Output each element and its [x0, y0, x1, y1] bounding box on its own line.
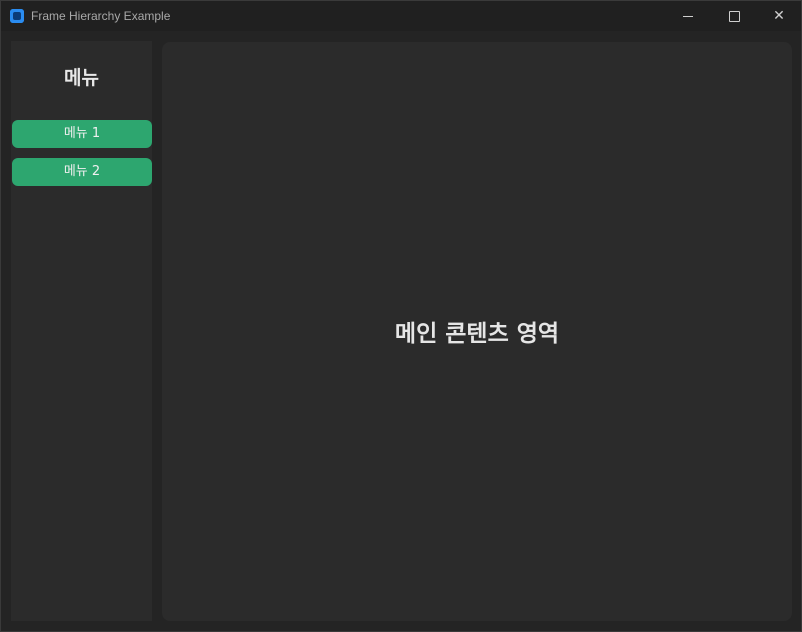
sidebar-title: 메뉴: [64, 67, 99, 89]
app-icon: [10, 9, 24, 23]
maximize-button[interactable]: [711, 1, 757, 31]
close-icon: ✕: [773, 8, 785, 24]
app-window: Frame Hierarchy Example ✕ 메뉴 메뉴 1 메뉴 2 메…: [0, 0, 802, 632]
sidebar: 메뉴 메뉴 1 메뉴 2: [11, 41, 152, 621]
minimize-button[interactable]: [665, 1, 711, 31]
maximize-icon: [728, 10, 740, 22]
window-title: Frame Hierarchy Example: [31, 9, 171, 23]
close-button[interactable]: ✕: [756, 1, 802, 31]
title-bar[interactable]: Frame Hierarchy Example ✕: [1, 1, 801, 31]
menu-1-button[interactable]: 메뉴 1: [12, 120, 152, 148]
main-content-title: 메인 콘텐츠 영역: [394, 321, 560, 347]
main-content-area: 메인 콘텐츠 영역: [162, 42, 792, 621]
minimize-icon: [683, 15, 693, 17]
menu-2-button[interactable]: 메뉴 2: [12, 158, 152, 186]
